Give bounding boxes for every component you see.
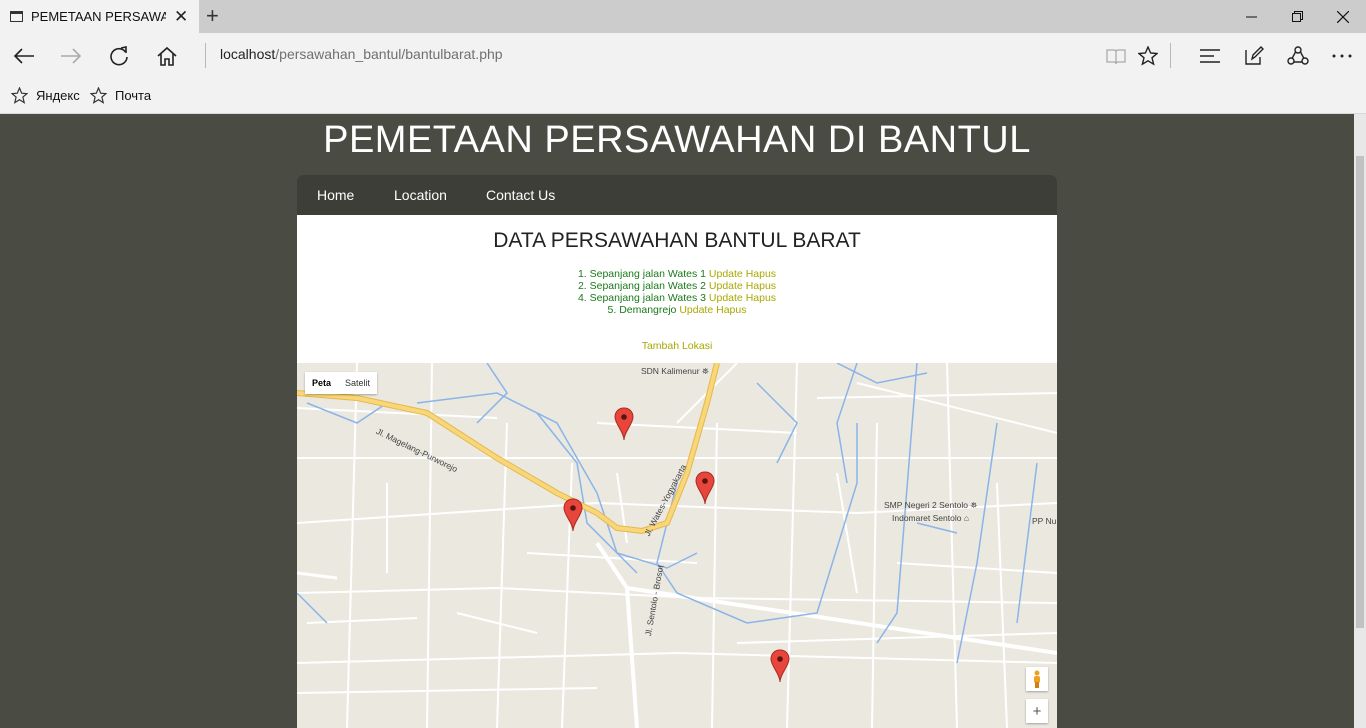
minimize-button[interactable] (1228, 0, 1274, 33)
map-background (297, 363, 1057, 728)
map-marker[interactable] (563, 498, 583, 532)
poi-label: PP Nu (1032, 516, 1057, 526)
update-link[interactable]: Update (679, 304, 713, 316)
poi-label: Indomaret Sentolo ⌂ (892, 513, 969, 523)
delete-link[interactable]: Hapus (746, 292, 776, 304)
favorite-button[interactable] (1126, 33, 1170, 78)
address-bar[interactable]: localhost/persawahan_bantul/bantulbarat.… (220, 46, 503, 62)
close-window-button[interactable] (1320, 0, 1366, 33)
close-icon (1337, 10, 1349, 23)
refresh-icon (110, 45, 128, 65)
favorite-pochta[interactable]: Почта (90, 87, 151, 104)
favorite-yandex[interactable]: Яндекс (11, 87, 80, 104)
restore-icon (1291, 11, 1303, 22)
map-marker[interactable] (770, 649, 790, 683)
pegman-icon (1034, 670, 1040, 688)
map-type-satelit[interactable]: Satelit (338, 378, 377, 388)
hub-icon (1200, 48, 1220, 63)
reading-view-icon (1106, 48, 1126, 64)
home-button[interactable] (143, 33, 191, 78)
star-icon (90, 87, 107, 104)
add-location-link[interactable]: Tambah Lokasi (297, 340, 1057, 352)
favorites-bar: Яндекс Почта (0, 78, 1366, 114)
location-name[interactable]: 1. Sepanjang jalan Wates 1 (578, 268, 706, 280)
map-type-control: Peta Satelit (305, 372, 378, 394)
address-host: localhost (220, 46, 276, 62)
forward-arrow-icon (61, 47, 82, 64)
close-tab-icon[interactable]: ✕ (174, 8, 188, 25)
page-heading: DATA PERSAWAHAN BANTUL BARAT (493, 229, 861, 252)
restore-button[interactable] (1274, 0, 1320, 33)
content-panel: DATA PERSAWAHAN BANTUL BARAT 1. Sepanjan… (297, 215, 1057, 363)
refresh-button[interactable] (95, 33, 143, 78)
browser-toolbar: localhost/persawahan_bantul/bantulbarat.… (0, 33, 1366, 78)
update-link[interactable]: Update (709, 268, 743, 280)
list-item: 2. Sepanjang jalan Wates 2 Update Hapus (297, 280, 1057, 292)
web-page: PEMETAAN PERSAWAHAN DI BANTUL Home Locat… (0, 114, 1354, 728)
nav-home[interactable]: Home (317, 187, 354, 203)
hub-button[interactable] (1188, 33, 1232, 78)
more-button[interactable] (1320, 33, 1364, 78)
address-path: /persawahan_bantul/bantulbarat.php (275, 46, 503, 62)
poi-label: SMP Negeri 2 Sentolo ⛯ (884, 500, 978, 510)
more-icon (1332, 54, 1352, 57)
favorite-label: Почта (115, 88, 152, 103)
forward-button[interactable] (47, 33, 95, 78)
scrollbar-thumb[interactable] (1356, 156, 1364, 628)
favorite-label: Яндекс (36, 88, 80, 103)
star-icon (1138, 45, 1158, 66)
title-bar: PEMETAAN PERSAWAHAN DI BANTUL ✕ + (0, 0, 1366, 33)
update-link[interactable]: Update (709, 292, 743, 304)
share-icon (1287, 45, 1309, 65)
back-arrow-icon (13, 47, 34, 64)
location-name[interactable]: 4. Sepanjang jalan Wates 3 (578, 292, 706, 304)
list-item: 5. Demangrejo Update Hapus (297, 304, 1057, 316)
delete-link[interactable]: Hapus (746, 268, 776, 280)
list-item: 4. Sepanjang jalan Wates 3 Update Hapus (297, 292, 1057, 304)
zoom-in-button[interactable]: + (1026, 699, 1048, 723)
home-icon (157, 46, 177, 66)
tab-title: PEMETAAN PERSAWAHAN DI BANTUL (31, 9, 166, 24)
main-nav: Home Location Contact Us (297, 175, 1057, 215)
street-view-pegman[interactable] (1026, 667, 1048, 691)
map-view[interactable]: Peta Satelit SDN Kalimenur ⛯ SMP Negeri … (297, 363, 1057, 728)
poi-label: SDN Kalimenur ⛯ (641, 366, 709, 376)
map-marker[interactable] (695, 471, 715, 505)
browser-tab[interactable]: PEMETAAN PERSAWAHAN DI BANTUL ✕ (0, 0, 199, 33)
nav-contact-us[interactable]: Contact Us (486, 187, 555, 203)
back-button[interactable] (0, 33, 48, 78)
delete-link[interactable]: Hapus (716, 304, 746, 316)
page-icon (10, 11, 23, 22)
update-link[interactable]: Update (709, 280, 743, 292)
minimize-icon (1245, 16, 1257, 18)
web-note-button[interactable] (1232, 33, 1276, 78)
location-name[interactable]: 5. Demangrejo (608, 304, 677, 316)
share-button[interactable] (1276, 33, 1320, 78)
new-tab-button[interactable]: + (206, 4, 219, 28)
location-name[interactable]: 2. Sepanjang jalan Wates 2 (578, 280, 706, 292)
map-type-peta[interactable]: Peta (305, 378, 338, 388)
location-list: 1. Sepanjang jalan Wates 1 Update Hapus … (297, 268, 1057, 316)
page-scrollbar[interactable] (1354, 114, 1366, 728)
nav-location[interactable]: Location (394, 187, 447, 203)
delete-link[interactable]: Hapus (746, 280, 776, 292)
star-icon (11, 87, 28, 104)
map-marker[interactable] (614, 407, 634, 441)
list-item: 1. Sepanjang jalan Wates 1 Update Hapus (297, 268, 1057, 280)
pen-icon (1245, 45, 1264, 65)
site-title: PEMETAAN PERSAWAHAN DI BANTUL (323, 119, 1031, 161)
